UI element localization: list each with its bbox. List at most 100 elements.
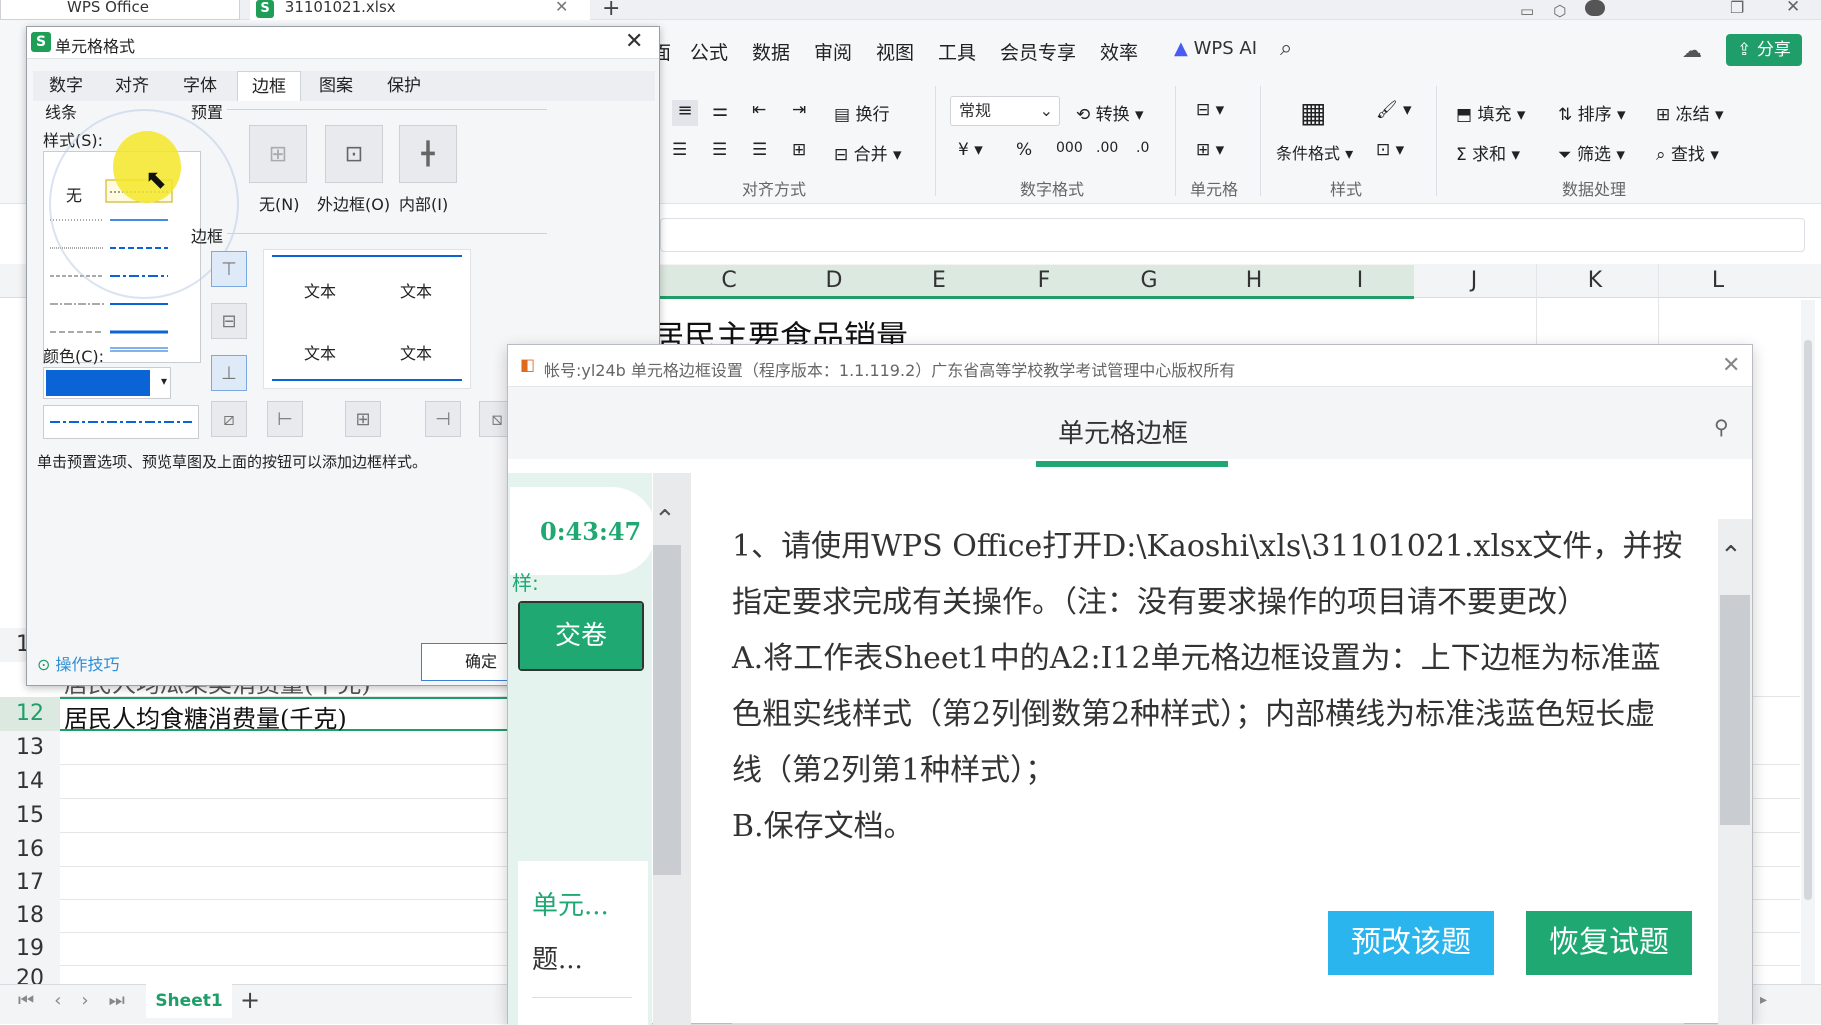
side-scrollbar-thumb[interactable] [653,545,681,875]
increase-indent-icon[interactable]: ⇥ [792,100,806,120]
sheet-tab-sheet1[interactable]: Sheet1 [146,984,232,1018]
freeze-button[interactable]: ⊞ 冻结 ▾ [1656,100,1724,125]
scroll-up-chevron-icon[interactable]: ⌃ [1720,541,1742,571]
restore-question-button[interactable]: 恢复试题 [1526,911,1692,975]
avatar[interactable] [1585,0,1606,16]
decrease-decimal-icon[interactable]: .0 [1136,140,1149,156]
row-header-13[interactable]: 13 [0,731,60,765]
number-format-select[interactable]: 常规 ⌄ [950,96,1060,126]
formula-bar[interactable] [660,218,1805,252]
wps-ai-button[interactable]: ▲ WPS AI [1174,38,1257,59]
column-g[interactable]: G [1129,268,1169,293]
wrap-text-button[interactable]: ▤ 换行 [834,100,889,125]
close-icon[interactable]: ✕ [625,29,643,54]
sort-button[interactable]: ⇅ 排序 ▾ [1558,100,1626,125]
border-diagonal-up-button[interactable]: ⧄ [211,401,247,437]
tab-number[interactable]: 数字 [35,71,97,101]
sum-button[interactable]: Σ 求和 ▾ [1456,140,1520,165]
cell-insert-icon[interactable]: ⊟ ▾ [1196,100,1224,120]
tab-protection[interactable]: 保护 [373,71,435,101]
close-window-icon[interactable]: ✕ [1786,0,1800,17]
column-i[interactable]: I [1340,268,1380,293]
submit-button[interactable]: 交卷 [520,603,642,669]
close-tab-icon[interactable]: ✕ [555,0,568,15]
fill-button[interactable]: ⬒ 填充 ▾ [1456,100,1525,125]
column-j[interactable]: J [1454,268,1494,293]
menu-item-review[interactable]: 审阅 [814,38,852,65]
row-header-17[interactable]: 17 [0,866,60,900]
merge-button[interactable]: ⊟ 合并 ▾ [834,140,902,165]
align-center-icon[interactable]: ☰ [712,140,727,160]
column-f[interactable]: F [1024,268,1064,293]
border-preview[interactable]: 文本 文本 文本 文本 [263,249,471,389]
filter-button[interactable]: ⏷ 筛选 ▾ [1558,140,1625,165]
tab-font[interactable]: 字体 [169,71,231,101]
menu-item-member[interactable]: 会员专享 [1000,38,1076,65]
preview-question-button[interactable]: 预改该题 [1328,911,1494,975]
search-icon[interactable]: ⌕ [1280,36,1292,61]
column-h[interactable]: H [1234,268,1274,293]
align-top-icon[interactable]: ≡ [672,100,698,126]
row-header-15[interactable]: 15 [0,799,60,833]
menu-item-tools[interactable]: 工具 [938,38,976,65]
border-left-button[interactable]: ⊢ [267,401,303,437]
sheet-nav-icons[interactable]: ⏮‹›⏭ [18,990,145,1011]
convert-button[interactable]: ⟲ 转换 ▾ [1076,100,1144,125]
menu-item-data[interactable]: 数据 [752,38,790,65]
tab-border[interactable]: 边框 [237,71,301,101]
row-header-19[interactable]: 19 [0,932,60,966]
window-mode-icon[interactable]: ▭ [1520,2,1534,20]
border-icon[interactable]: ⊡ ▾ [1376,140,1404,160]
scroll-right-icon[interactable]: ▸ [1760,992,1767,1008]
border-top-button[interactable]: ⊤ [211,251,247,287]
column-e[interactable]: E [919,268,959,293]
column-d[interactable]: D [814,268,854,293]
column-k[interactable]: K [1575,268,1615,293]
shield-icon[interactable]: ⬡ [1553,2,1566,20]
align-middle-icon[interactable]: ⚌ [712,100,728,121]
tab-wps-office[interactable]: WPS Office [0,0,240,20]
conditional-format-button[interactable]: 条件格式 ▾ [1276,140,1353,164]
cell-a12[interactable]: 居民人均食糖消费量(千克) [64,699,347,734]
new-tab-plus-icon[interactable]: + [602,0,620,21]
border-inner-vertical-button[interactable]: ⊞ [345,401,381,437]
row-header-12[interactable]: 12 [0,697,60,731]
tab-file[interactable]: S 31101021.xlsx ✕ [250,0,590,20]
line-style-list[interactable]: 无 [43,151,201,363]
share-button[interactable]: ⇪ 分享 [1726,34,1802,66]
menu-item-efficiency[interactable]: 效率 [1100,38,1138,65]
color-select[interactable]: ▾ [43,367,171,399]
thousands-icon[interactable]: 000 [1056,140,1083,156]
find-button[interactable]: ⌕ 查找 ▾ [1656,140,1719,165]
line-style-options[interactable] [44,152,200,362]
border-bottom-button[interactable]: ⊥ [211,355,247,391]
preset-inside-button[interactable]: ╋ [399,125,457,183]
border-right-button[interactable]: ⊣ [425,401,461,437]
preset-none-button[interactable]: ⊞ [249,125,307,183]
close-icon[interactable]: ✕ [1722,353,1740,378]
currency-button[interactable]: ¥ ▾ [958,140,983,160]
menu-item-view[interactable]: 视图 [876,38,914,65]
distribute-icon[interactable]: ⊞ [792,140,806,160]
conditional-format-icon[interactable]: ▦ [1300,96,1326,129]
scroll-up-chevron-icon[interactable]: ⌃ [654,505,676,535]
row-header-16[interactable]: 16 [0,833,60,867]
align-right-icon[interactable]: ☰ [752,140,767,160]
content-scrollbar-thumb[interactable] [1720,595,1750,825]
cloud-icon[interactable]: ☁ [1682,38,1702,62]
row-header-20[interactable]: 20 [0,962,60,984]
tab-alignment[interactable]: 对齐 [101,71,163,101]
percent-button[interactable]: % [1016,140,1032,160]
decrease-indent-icon[interactable]: ⇤ [752,100,766,120]
pin-icon[interactable]: ⚲ [1714,415,1729,439]
row-header-18[interactable]: 18 [0,899,60,933]
add-sheet-plus-icon[interactable]: + [240,986,260,1014]
column-c[interactable]: C [709,268,749,293]
border-inner-horizontal-button[interactable]: ⊟ [211,303,247,339]
format-painter-icon[interactable]: 🖌 ▾ [1376,100,1412,120]
cell-format-icon[interactable]: ⊞ ▾ [1196,140,1224,160]
align-left-icon[interactable]: ☰ [672,140,687,160]
increase-decimal-icon[interactable]: .00 [1096,140,1118,156]
tab-pattern[interactable]: 图案 [305,71,367,101]
column-l[interactable]: L [1698,268,1738,293]
